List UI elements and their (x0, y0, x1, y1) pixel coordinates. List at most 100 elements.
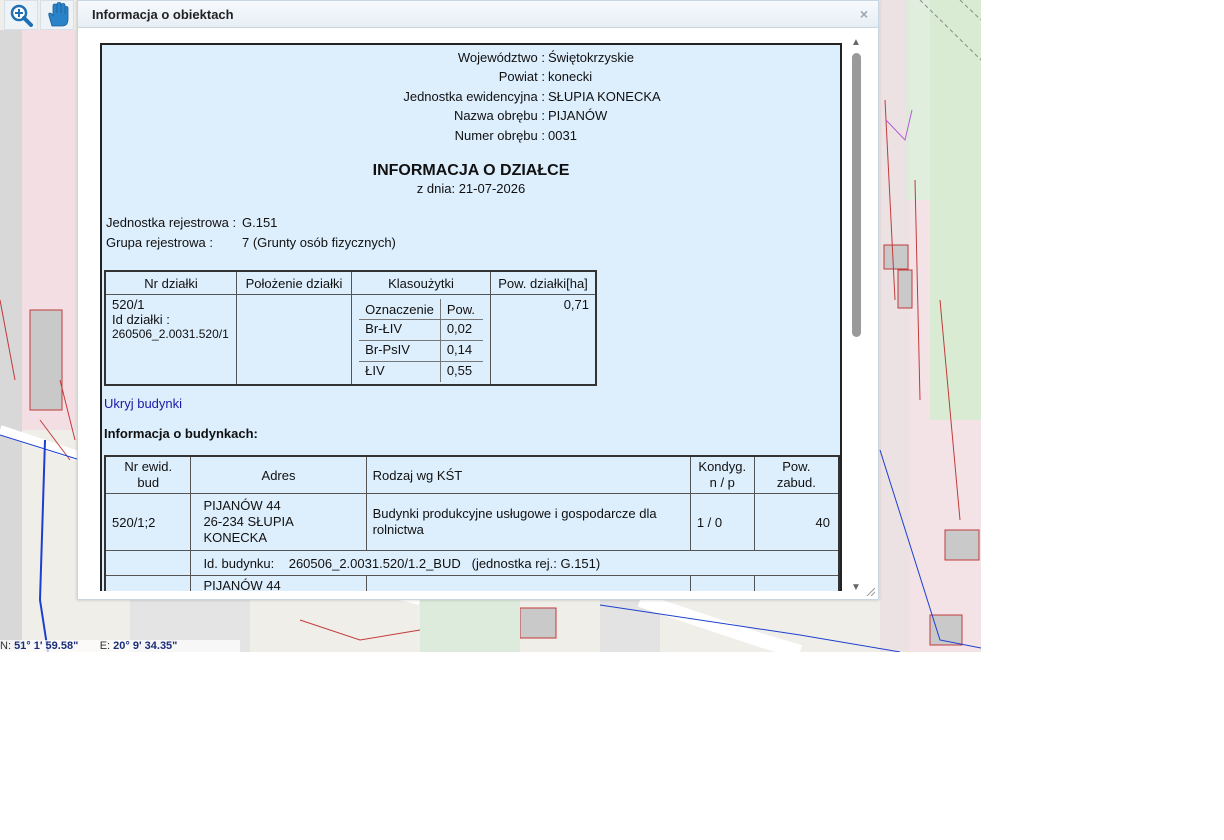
column-header: Położenie działki (236, 270, 352, 295)
dialog-titlebar[interactable]: Informacja o obiektach × (78, 1, 878, 28)
buildings-section-title: Informacja o budynkach: (104, 426, 258, 441)
table-row: 520/1;2 PIJANÓW 44 26-234 SŁUPIA KONECKA… (104, 493, 840, 551)
column-header: Pow. zabud. (753, 455, 840, 494)
land-use-cell: Oznaczenie Pow. Br-ŁIV 0,02 Br-PsIV 0,14 (351, 294, 491, 386)
coordinates-readout: N: 51° 1' 59.58" E: 20° 9' 34.35" (0, 640, 240, 652)
plots-table: Nr działki Położenie działki Klasoużytki… (104, 270, 597, 386)
land-use-table: Oznaczenie Pow. Br-ŁIV 0,02 Br-PsIV 0,14 (359, 299, 483, 382)
land-use-area: 0,14 (439, 340, 483, 362)
east-label: E: (99, 640, 111, 652)
column-header: Kondyg. n / p (689, 455, 755, 494)
building-type: Budynki produkcyjne usługowe i gospodarc… (365, 493, 691, 551)
column-header: Pow. (439, 299, 483, 320)
location-row: Nazwa obrębu : PIJANÓW (102, 107, 840, 125)
address-line: KONECKA (203, 530, 268, 545)
table-row: Id. budynku: 260506_2.0031.520/1.2_BUD (… (104, 550, 840, 576)
scroll-down-arrow-icon[interactable]: ▼ (851, 582, 861, 593)
scroll-up-arrow-icon[interactable]: ▲ (851, 37, 861, 48)
location-label: Jednostka ewidencyjna : (403, 89, 545, 104)
empty-cell (753, 575, 840, 591)
zoom-in-icon (10, 4, 33, 27)
plot-area-cell: 0,71 (490, 294, 597, 386)
building-number: 520/1;2 (104, 493, 192, 551)
dialog-title: Informacja o obiektach (92, 7, 234, 22)
table-row: Br-ŁIV 0,02 (359, 319, 483, 341)
registry-unit-value: G.151 (242, 215, 278, 230)
column-header: Adres (190, 455, 367, 494)
dialog-content: Województwo : Świętokrzyskie Powiat : ko… (100, 43, 842, 591)
plots-header-row: Nr działki Położenie działki Klasoużytki… (104, 270, 597, 295)
column-header: Nr działki (104, 270, 237, 295)
table-row: 520/1 Id działki : 260506_2.0031.520/1 O… (104, 294, 597, 386)
land-use-area: 0,55 (439, 361, 483, 382)
location-label: Numer obrębu : (454, 128, 545, 143)
content-scrollbar[interactable]: ▲ ▼ (849, 37, 864, 593)
east-value: 20° 9' 34.35" (113, 640, 178, 652)
zoom-in-button[interactable] (4, 0, 38, 30)
building-area: 40 (753, 493, 840, 551)
north-label: N: (0, 640, 11, 652)
pan-button[interactable] (40, 0, 74, 30)
table-row: Br-PsIV 0,14 (359, 340, 483, 362)
buildings-table: Nr ewid. bud Adres Rodzaj wg KŚT Kondyg.… (104, 455, 840, 591)
empty-cell (689, 575, 755, 591)
land-use-header-row: Oznaczenie Pow. (359, 299, 483, 320)
plot-id-value: 260506_2.0031.520/1 (112, 327, 229, 341)
location-label: Nazwa obrębu : (453, 108, 545, 123)
address-line: PIJANÓW 44 (203, 498, 281, 513)
land-use-code: Br-PsIV (359, 340, 441, 362)
column-header: Nr ewid. bud (104, 455, 192, 494)
location-label: Powiat : (498, 69, 545, 84)
location-value: SŁUPIA KONECKA (548, 89, 661, 104)
building-id-label: Id. budynku: (203, 555, 275, 571)
pan-hand-icon (48, 2, 69, 27)
address-line: 26-234 SŁUPIA (203, 514, 294, 529)
building-id-unit: (jednostka rej.: G.151) (471, 555, 601, 571)
building-id-value: 260506_2.0031.520/1.2_BUD (288, 555, 461, 571)
building-id-cell: Id. budynku: 260506_2.0031.520/1.2_BUD (… (190, 550, 840, 576)
object-info-dialog: Informacja o obiektach × Województwo : Ś… (77, 0, 879, 600)
buildings-header-row: Nr ewid. bud Adres Rodzaj wg KŚT Kondyg.… (104, 455, 840, 494)
location-value: Świętokrzyskie (548, 50, 634, 65)
scrollbar-thumb[interactable] (852, 53, 861, 337)
location-value: konecki (548, 69, 593, 84)
land-use-code: Br-ŁIV (359, 319, 441, 341)
registry-group-value: 7 (Grunty osób fizycznych) (242, 235, 396, 250)
address-line: PIJANÓW 44 (203, 578, 281, 591)
land-use-area: 0,02 (439, 319, 483, 341)
table-row: PIJANÓW 44 (104, 575, 840, 591)
registry-group-label: Grupa rejestrowa : (106, 235, 213, 250)
registry-group-row: Grupa rejestrowa : 7 (Grunty osób fizycz… (106, 234, 396, 252)
close-icon[interactable]: × (860, 6, 868, 22)
building-storeys: 1 / 0 (689, 493, 755, 551)
column-header: Rodzaj wg KŚT (365, 455, 691, 494)
land-use-code: ŁIV (365, 363, 385, 378)
plot-id-label: Id działki : (112, 312, 170, 327)
location-row: Województwo : Świętokrzyskie (102, 49, 840, 67)
resize-grip-icon[interactable] (865, 586, 875, 596)
hide-buildings-link[interactable]: Ukryj budynki (104, 396, 182, 411)
registry-unit-label: Jednostka rejestrowa : (106, 215, 237, 230)
location-row: Jednostka ewidencyjna : SŁUPIA KONECKA (102, 88, 840, 106)
plot-number: 520/1 (112, 297, 145, 312)
document-title: INFORMACJA O DZIAŁCE (372, 162, 570, 179)
plot-number-cell: 520/1 Id działki : 260506_2.0031.520/1 (104, 294, 237, 386)
table-row: ŁIV 0,55 (359, 361, 483, 382)
building-address-cell: PIJANÓW 44 (190, 575, 367, 591)
plot-position-cell (236, 294, 352, 386)
empty-cell (104, 575, 192, 591)
registry-unit-row: Jednostka rejestrowa : G.151 (106, 214, 277, 232)
location-value: PIJANÓW (548, 108, 608, 123)
column-header: Oznaczenie (359, 299, 441, 320)
location-row: Numer obrębu : 0031 (102, 127, 840, 145)
north-value: 51° 1' 59.58" (14, 640, 79, 652)
location-row: Powiat : konecki (102, 68, 840, 86)
empty-cell (365, 575, 691, 591)
column-header: Klasoużytki (351, 270, 491, 295)
location-value: 0031 (548, 128, 577, 143)
column-header: Pow. działki[ha] (490, 270, 597, 295)
building-address-cell: PIJANÓW 44 26-234 SŁUPIA KONECKA (190, 493, 367, 551)
document-date: z dnia: 21-07-2026 (416, 181, 526, 196)
empty-cell (104, 550, 192, 576)
location-label: Województwo : (457, 50, 545, 65)
